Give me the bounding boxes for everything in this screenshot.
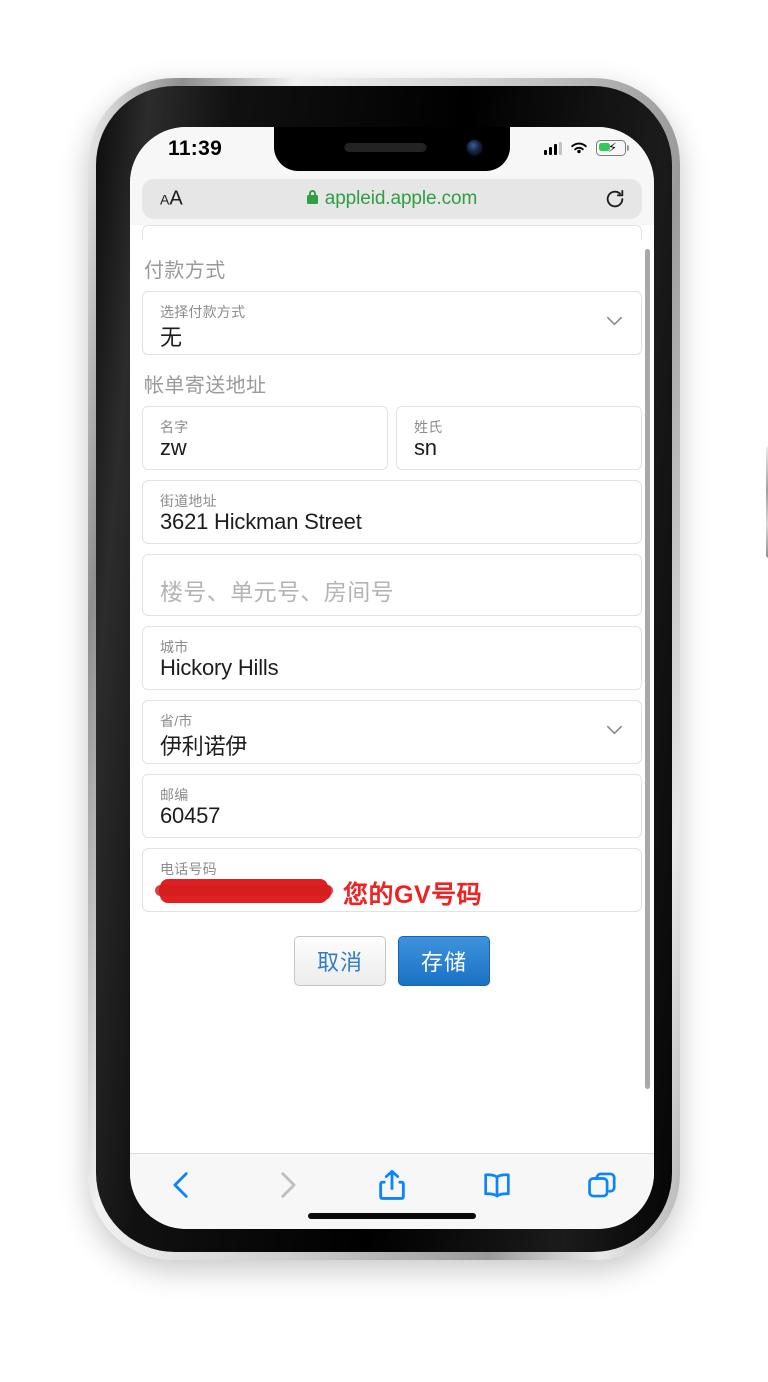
book-icon[interactable] bbox=[480, 1168, 514, 1202]
city-value: Hickory Hills bbox=[160, 655, 279, 680]
save-button[interactable]: 存储 bbox=[398, 936, 491, 986]
annotation-text: 您的GV号码 bbox=[343, 881, 483, 909]
name-row: 名字 zw 姓氏 sn bbox=[142, 406, 642, 470]
web-page-content: 付款方式 选择付款方式 无 帐单寄送地址 名字 zw 姓氏 sn 街道地址 36… bbox=[130, 225, 654, 1153]
wifi-icon bbox=[571, 142, 587, 154]
payment-section-title: 付款方式 bbox=[144, 260, 226, 282]
payment-method-select[interactable]: 选择付款方式 无 bbox=[142, 291, 642, 355]
home-indicator bbox=[308, 1213, 476, 1219]
cancel-button[interactable]: 取消 bbox=[293, 936, 386, 986]
street-address-value: 3621 Hickman Street bbox=[160, 509, 362, 534]
lock-icon bbox=[306, 189, 318, 204]
first-name-value: zw bbox=[160, 435, 187, 460]
field-cut-off-above bbox=[142, 225, 642, 240]
address-bar[interactable]: AA appleid.apple.com bbox=[142, 179, 642, 219]
city-label: 城市 bbox=[160, 639, 189, 655]
zip-field[interactable]: 邮编 60457 bbox=[142, 774, 642, 838]
first-name-label: 名字 bbox=[160, 419, 189, 435]
status-clock: 11:39 bbox=[168, 137, 223, 160]
last-name-value: sn bbox=[414, 435, 437, 460]
safari-address-bar-container: AA appleid.apple.com bbox=[130, 173, 654, 225]
city-field[interactable]: 城市 Hickory Hills bbox=[142, 626, 642, 690]
last-name-field[interactable]: 姓氏 sn bbox=[396, 406, 642, 470]
device-bezel: 11:39 ⚡ AA appleid.apple.com 付款方式 选择付款方式… bbox=[96, 86, 672, 1252]
battery-charging-icon: ⚡ bbox=[596, 140, 629, 156]
street-address-label: 街道地址 bbox=[160, 493, 217, 509]
share-icon[interactable] bbox=[375, 1168, 409, 1202]
notch bbox=[274, 127, 510, 171]
state-select[interactable]: 省/市 伊利诺伊 bbox=[142, 700, 642, 764]
reload-icon[interactable] bbox=[604, 188, 626, 210]
apartment-placeholder: 楼号、单元号、房间号 bbox=[160, 579, 394, 605]
zip-value: 60457 bbox=[160, 803, 221, 828]
first-name-field[interactable]: 名字 zw bbox=[142, 406, 388, 470]
iphone-device-frame: 11:39 ⚡ AA appleid.apple.com 付款方式 选择付款方式… bbox=[88, 78, 768, 1260]
status-indicators: ⚡ bbox=[544, 140, 629, 156]
apartment-field[interactable]: 楼号、单元号、房间号 bbox=[142, 554, 642, 616]
front-camera-icon bbox=[467, 140, 482, 155]
payment-method-label: 选择付款方式 bbox=[160, 304, 246, 320]
phone-label: 电话号码 bbox=[160, 861, 217, 877]
url-display[interactable]: appleid.apple.com bbox=[142, 179, 642, 219]
chevron-right-icon bbox=[281, 1172, 296, 1198]
state-label: 省/市 bbox=[160, 713, 193, 729]
zip-label: 邮编 bbox=[160, 787, 189, 803]
phone-screen: 11:39 ⚡ AA appleid.apple.com 付款方式 选择付款方式… bbox=[130, 127, 654, 1229]
state-value: 伊利诺伊 bbox=[160, 734, 248, 759]
billing-section-title: 帐单寄送地址 bbox=[144, 375, 267, 397]
earpiece-speaker bbox=[344, 143, 427, 152]
phone-field[interactable]: 电话号码 您的GV号码 bbox=[142, 848, 642, 912]
cellular-signal-icon bbox=[544, 141, 562, 155]
redaction-scribble bbox=[155, 881, 333, 901]
last-name-label: 姓氏 bbox=[414, 419, 443, 435]
form-actions: 取消 存储 bbox=[130, 936, 654, 986]
street-address-field[interactable]: 街道地址 3621 Hickman Street bbox=[142, 480, 642, 544]
chevron-down-icon bbox=[606, 725, 622, 735]
chevron-left-icon[interactable] bbox=[165, 1168, 199, 1202]
payment-method-value: 无 bbox=[160, 325, 182, 350]
page-scrollbar[interactable] bbox=[645, 249, 650, 1089]
tabs-icon[interactable] bbox=[585, 1168, 619, 1202]
url-text: appleid.apple.com bbox=[324, 188, 478, 209]
chevron-down-icon bbox=[606, 316, 622, 326]
